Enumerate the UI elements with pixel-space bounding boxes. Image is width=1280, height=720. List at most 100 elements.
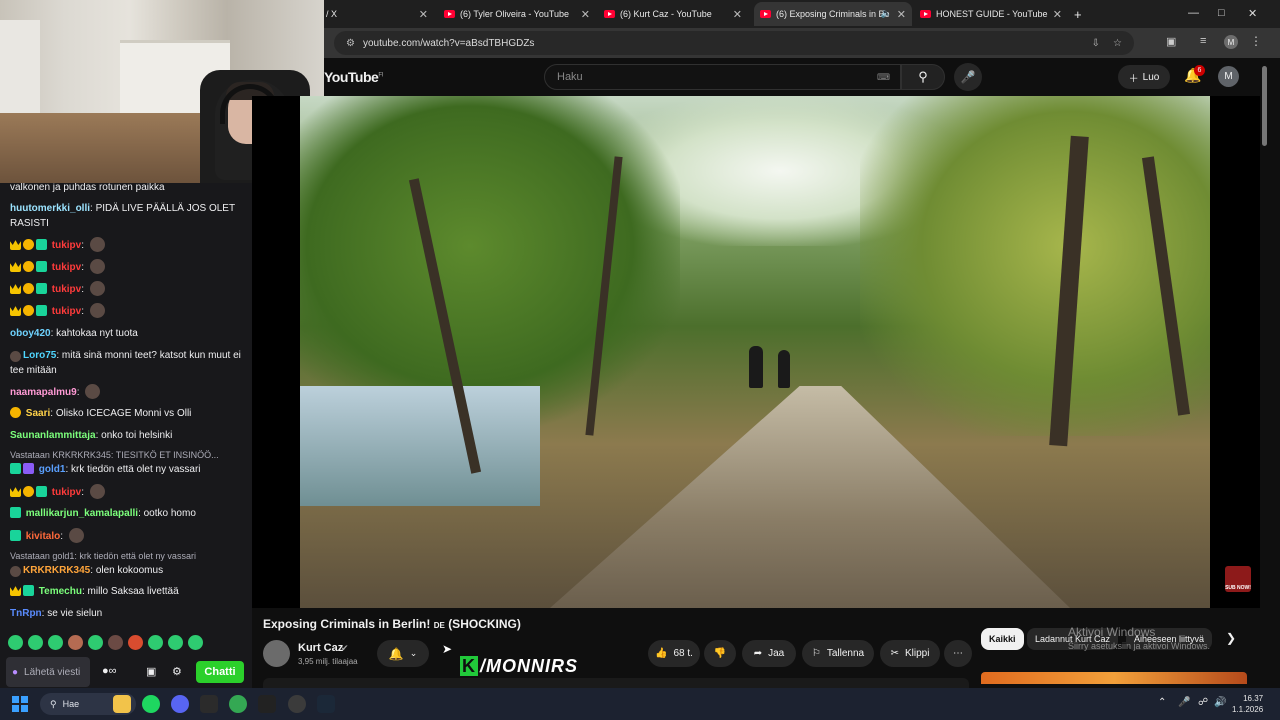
emote-icon[interactable]: [168, 635, 183, 650]
obs-icon[interactable]: [258, 695, 276, 713]
emote-icon[interactable]: [48, 635, 63, 650]
chat-username[interactable]: Loro75: [23, 350, 56, 361]
tray-expand-icon[interactable]: ⌃: [1158, 697, 1166, 708]
voice-search-button[interactable]: 🎤: [954, 63, 982, 91]
site-info-icon[interactable]: ⚙: [346, 38, 355, 49]
close-icon[interactable]: ✕: [581, 8, 590, 21]
video-title-flag: DE: [433, 621, 445, 630]
share-button[interactable]: ➦ Jaa: [742, 640, 796, 667]
youtube-logo[interactable]: YouTubeFI: [324, 69, 383, 85]
keyboard-icon[interactable]: ⌨: [877, 72, 890, 83]
chat-username[interactable]: Saari: [26, 408, 50, 419]
coin-badge-icon: [23, 283, 34, 294]
description-box[interactable]: [263, 678, 969, 688]
search-button[interactable]: ⚲: [901, 64, 945, 90]
account-avatar[interactable]: M: [1218, 66, 1239, 87]
system-clock[interactable]: 16.37 1.1.2026: [1232, 693, 1263, 715]
close-icon[interactable]: ✕: [733, 8, 742, 21]
video-player[interactable]: SUB NOW!: [252, 96, 1260, 608]
chat-username[interactable]: gold1: [39, 464, 66, 475]
url-text: youtube.com/watch?v=aBsdTBHGDZs: [362, 37, 535, 49]
more-actions-button[interactable]: ⋯: [944, 640, 972, 667]
install-icon[interactable]: ⇩: [1092, 38, 1100, 49]
new-tab-button[interactable]: +: [1074, 2, 1090, 26]
chevron-right-icon[interactable]: ❯: [1226, 631, 1236, 645]
chrome-icon[interactable]: [229, 695, 247, 713]
minimize-icon[interactable]: —: [1188, 7, 1199, 19]
emote-icon[interactable]: [108, 635, 123, 650]
bookmark-star-icon[interactable]: ☆: [1113, 38, 1122, 49]
save-button[interactable]: ⚐ Tallenna: [802, 640, 874, 667]
address-bar[interactable]: ⚙ youtube.com/watch?v=aBsdTBHGDZs ⇩ ☆: [334, 31, 1134, 55]
subscription-bell-button[interactable]: 🔔 ⌄: [377, 640, 429, 667]
create-button[interactable]: ＋ Luo: [1118, 65, 1170, 89]
dislike-button[interactable]: 👎: [704, 640, 736, 667]
chat-username[interactable]: KRKRKRK345: [23, 565, 90, 576]
app-icon[interactable]: [288, 695, 306, 713]
chat-username[interactable]: tukipv: [52, 240, 81, 251]
chip-all[interactable]: Kaikki: [981, 628, 1024, 650]
browser-tab[interactable]: (6) Kurt Caz - YouTube ✕: [600, 2, 748, 26]
chat-username[interactable]: oboy420: [10, 328, 51, 339]
file-explorer-icon[interactable]: [113, 695, 131, 713]
extensions-icon[interactable]: ▣: [1166, 35, 1176, 48]
speaker-icon[interactable]: 🔈: [881, 8, 892, 19]
emote-icon[interactable]: [68, 635, 83, 650]
close-icon[interactable]: ✕: [419, 8, 428, 21]
media-control-icon[interactable]: ≡: [1200, 35, 1206, 47]
browser-tab[interactable]: / X ✕: [326, 2, 434, 26]
browser-tab[interactable]: HONEST GUIDE - YouTube ✕: [916, 2, 1068, 26]
chat-username[interactable]: tukipv: [52, 487, 81, 498]
chat-username[interactable]: naamapalmu9: [10, 387, 77, 398]
chat-username[interactable]: TnRpn: [10, 608, 42, 619]
steam-icon[interactable]: [317, 695, 335, 713]
bits-icon[interactable]: ●∞: [102, 665, 117, 677]
gear-icon[interactable]: ⚙: [172, 665, 182, 678]
emote-icon[interactable]: [148, 635, 163, 650]
chat-input[interactable]: ● Lähetä viesti: [6, 657, 90, 687]
browser-tab[interactable]: (6) Tyler Oliveira - YouTube ✕: [440, 2, 596, 26]
emote-icon[interactable]: [28, 635, 43, 650]
crown-badge-icon: [10, 240, 21, 250]
close-icon[interactable]: ✕: [1053, 8, 1062, 21]
channel-avatar[interactable]: [263, 640, 290, 667]
chat-username[interactable]: mallikarjun_kamalapalli: [26, 508, 138, 519]
subscribe-watermark[interactable]: SUB NOW!: [1225, 566, 1251, 592]
page-scrollbar[interactable]: [1262, 66, 1267, 146]
volume-icon[interactable]: 🔊: [1214, 697, 1226, 708]
like-button[interactable]: 👍 68 t.: [648, 640, 700, 667]
recommended-video-thumbnail[interactable]: [981, 672, 1247, 684]
browser-tab-active[interactable]: (6) Exposing Criminals in Be 🔈 ✕: [754, 2, 912, 26]
clip-button[interactable]: ✂ Klippi: [880, 640, 940, 667]
discord-icon[interactable]: [171, 695, 189, 713]
microphone-icon[interactable]: ●: [12, 667, 18, 678]
chat-username[interactable]: tukipv: [52, 262, 81, 273]
chat-username[interactable]: Saunanlammittaja: [10, 430, 96, 441]
emote-icon: [89, 484, 105, 499]
chat-send-button[interactable]: Chatti: [196, 661, 244, 683]
window-close-icon[interactable]: ✕: [1248, 7, 1257, 20]
profile-avatar[interactable]: M: [1224, 35, 1238, 49]
search-input[interactable]: Haku ⌨: [544, 64, 901, 90]
emote-icon[interactable]: [88, 635, 103, 650]
emote-icon[interactable]: [8, 635, 23, 650]
x-icon[interactable]: [200, 695, 218, 713]
kebab-menu-icon[interactable]: ⋮: [1250, 34, 1262, 48]
chat-username[interactable]: tukipv: [52, 306, 81, 317]
spotify-icon[interactable]: [142, 695, 160, 713]
share-label: Jaa: [768, 648, 785, 659]
channel-name[interactable]: Kurt Caz: [298, 642, 343, 654]
video-frame-forest-path[interactable]: [300, 96, 1210, 608]
chat-username[interactable]: huutomerkki_olli: [10, 203, 90, 214]
emote-icon[interactable]: [128, 635, 143, 650]
chat-username[interactable]: Temechu: [39, 586, 82, 597]
microphone-icon[interactable]: 🎤: [1178, 697, 1190, 708]
maximize-icon[interactable]: □: [1218, 7, 1225, 19]
chat-username[interactable]: tukipv: [52, 284, 81, 295]
emote-icon[interactable]: [188, 635, 203, 650]
windows-start-icon[interactable]: [12, 696, 28, 712]
store-icon[interactable]: ▣: [146, 665, 156, 678]
network-icon[interactable]: ☍: [1198, 697, 1208, 708]
close-icon[interactable]: ✕: [897, 8, 906, 21]
chat-username[interactable]: kivitalo: [26, 531, 60, 542]
